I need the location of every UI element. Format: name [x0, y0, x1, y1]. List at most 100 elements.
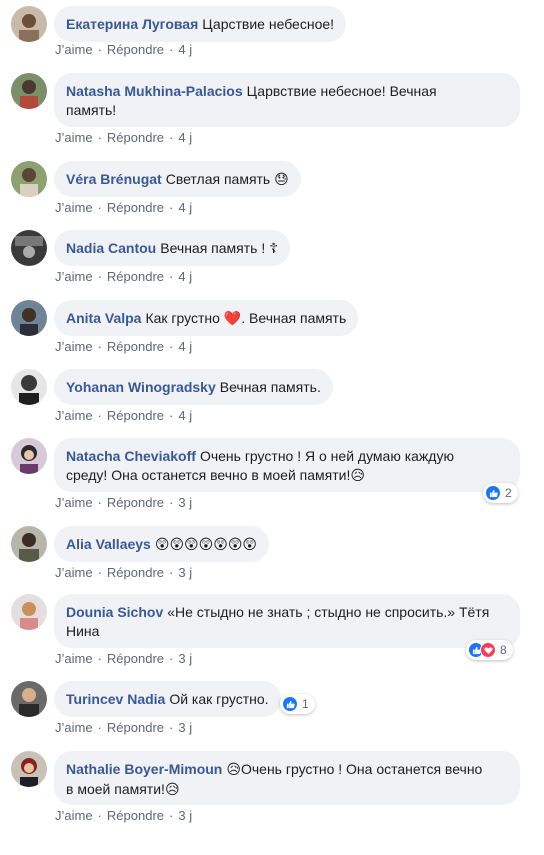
comment-bubble: Dounia Sichov «Не стыдно не знать ; стыдн…: [54, 594, 520, 648]
reaction-summary[interactable]: 1: [280, 694, 315, 714]
reaction-count: 1: [302, 697, 309, 711]
reply-link[interactable]: Répondre: [107, 269, 164, 284]
comment-bubble: Natacha Cheviakoff Очень грустно ! Я о не…: [54, 438, 520, 492]
avatar[interactable]: [11, 594, 47, 630]
comment-author[interactable]: Nadia Cantou: [66, 240, 156, 256]
comment-text: Очень грустно ! Я о ней думаю каждую: [199, 448, 454, 464]
comment-author[interactable]: Alia Vallaeys: [66, 536, 151, 552]
comment-bubble: Nathalie Boyer-Mimoun 😥Очень грустно ! Он…: [54, 751, 520, 805]
comment-text: Ой как грустно.: [169, 691, 269, 707]
like-link[interactable]: J’aime: [55, 808, 93, 823]
comment-author[interactable]: Екатерина Луговая: [66, 16, 198, 32]
heart-emoji: ❤️: [223, 311, 242, 327]
reply-link[interactable]: Répondre: [107, 200, 164, 215]
sad-emoji: 😥: [164, 782, 180, 798]
comment-author[interactable]: Natasha Mukhina-Palacios: [66, 83, 243, 99]
comment-text: . Вечная память: [241, 310, 347, 326]
reaction-summary[interactable]: 8: [466, 640, 513, 660]
comment-time[interactable]: 4 j: [178, 130, 192, 145]
avatar[interactable]: [11, 438, 47, 474]
comment-actions: J’aime · Répondre · 4 j: [55, 200, 193, 215]
comment-actions: J’aime · Répondre · 3 j: [55, 720, 193, 735]
avatar[interactable]: [11, 161, 47, 197]
like-link[interactable]: J’aime: [55, 42, 93, 57]
comment-author[interactable]: Véra Brénugat: [66, 171, 162, 187]
comment-time[interactable]: 3 j: [178, 808, 192, 823]
comment-bubble: Yohanan Winogradsky Вечная память.: [54, 369, 333, 405]
comment-bubble: Véra Brénugat Светлая память 😓: [54, 161, 301, 197]
comment-actions: J’aime · Répondre · 4 j: [55, 408, 193, 423]
avatar[interactable]: [11, 230, 47, 266]
comment-author[interactable]: Nathalie Boyer-Mimoun: [66, 761, 222, 777]
sad-emoji: 😥: [350, 468, 365, 484]
reaction-count: 2: [505, 486, 512, 500]
comment-text: среду! Она останется вечно в моей памяти…: [66, 467, 351, 483]
like-link[interactable]: J’aime: [55, 651, 93, 666]
like-link[interactable]: J’aime: [55, 720, 93, 735]
comment-author[interactable]: Natacha Cheviakoff: [66, 448, 196, 464]
crying-emoji: 😓: [274, 172, 289, 188]
avatar[interactable]: [11, 526, 47, 562]
comment-bubble: Anita Valpa Как грустно ❤️. Вечная память: [54, 300, 359, 336]
comment-text: Царвствие небесное! Вечная: [246, 83, 437, 99]
comment-bubble: Natasha Mukhina-Palacios Царвствие небесн…: [54, 73, 520, 127]
reply-link[interactable]: Répondre: [107, 565, 164, 580]
like-link[interactable]: J’aime: [55, 408, 93, 423]
sad-emoji: 😥: [226, 762, 241, 778]
comment-time[interactable]: 3 j: [178, 720, 192, 735]
reply-link[interactable]: Répondre: [107, 130, 164, 145]
comment-actions: J’aime · Répondre · 3 j: [55, 565, 193, 580]
comment-time[interactable]: 4 j: [178, 269, 192, 284]
reply-link[interactable]: Répondre: [107, 339, 164, 354]
reply-link[interactable]: Répondre: [107, 408, 164, 423]
comment-actions: J’aime · Répondre · 3 j: [55, 651, 193, 666]
avatar[interactable]: [11, 751, 47, 787]
comment-author[interactable]: Turincev Nadia: [66, 691, 165, 707]
comment-text: Светлая память: [165, 171, 271, 187]
like-link[interactable]: J’aime: [55, 495, 93, 510]
reply-link[interactable]: Répondre: [107, 651, 164, 666]
reply-link[interactable]: Répondre: [107, 808, 164, 823]
reaction-summary[interactable]: 2: [483, 483, 518, 503]
comment-text: Царствие небесное!: [202, 16, 335, 32]
comment-time[interactable]: 4 j: [178, 339, 192, 354]
avatar[interactable]: [11, 73, 47, 109]
comment-text: в моей памяти!: [66, 781, 165, 797]
like-link[interactable]: J’aime: [55, 339, 93, 354]
like-link[interactable]: J’aime: [55, 269, 93, 284]
comment-actions: J’aime · Répondre · 4 j: [55, 130, 193, 145]
avatar[interactable]: [11, 6, 47, 42]
comment-text: Как грустно: [145, 310, 220, 326]
comment-time[interactable]: 3 j: [178, 495, 192, 510]
like-reaction-icon: [485, 485, 501, 501]
comment-time[interactable]: 3 j: [178, 565, 192, 580]
comment-author[interactable]: Yohanan Winogradsky: [66, 379, 216, 395]
reply-link[interactable]: Répondre: [107, 42, 164, 57]
comment-author[interactable]: Anita Valpa: [66, 310, 141, 326]
comment-actions: J’aime · Répondre · 3 j: [55, 808, 193, 823]
comment-bubble: Nadia Cantou Вечная память ! ☦: [54, 230, 291, 266]
comment-text: Вечная память ! ☦: [160, 240, 279, 256]
avatar[interactable]: [11, 681, 47, 717]
like-link[interactable]: J’aime: [55, 130, 93, 145]
like-link[interactable]: J’aime: [55, 565, 93, 580]
comment-actions: J’aime · Répondre · 3 j: [55, 495, 193, 510]
avatar[interactable]: [11, 369, 47, 405]
reply-link[interactable]: Répondre: [107, 720, 164, 735]
comment-actions: J’aime · Répondre · 4 j: [55, 339, 193, 354]
avatar[interactable]: [11, 300, 47, 336]
comment-bubble: Turincev Nadia Ой как грустно.: [54, 681, 281, 717]
comment-time[interactable]: 4 j: [178, 408, 192, 423]
like-link[interactable]: J’aime: [55, 200, 93, 215]
reaction-count: 8: [500, 643, 507, 657]
comment-text: Нина: [66, 623, 100, 639]
comment-bubble: Екатерина Луговая Царствие небесное!: [54, 6, 347, 42]
love-reaction-icon: [480, 642, 496, 658]
astonished-emoji: 😲😲😲😲😲😲😲: [154, 537, 258, 553]
comment-text: Очень грустно ! Она останется вечно: [240, 761, 483, 777]
comment-author[interactable]: Dounia Sichov: [66, 604, 163, 620]
comment-time[interactable]: 4 j: [178, 200, 192, 215]
reply-link[interactable]: Répondre: [107, 495, 164, 510]
comment-time[interactable]: 4 j: [178, 42, 192, 57]
comment-time[interactable]: 3 j: [178, 651, 192, 666]
